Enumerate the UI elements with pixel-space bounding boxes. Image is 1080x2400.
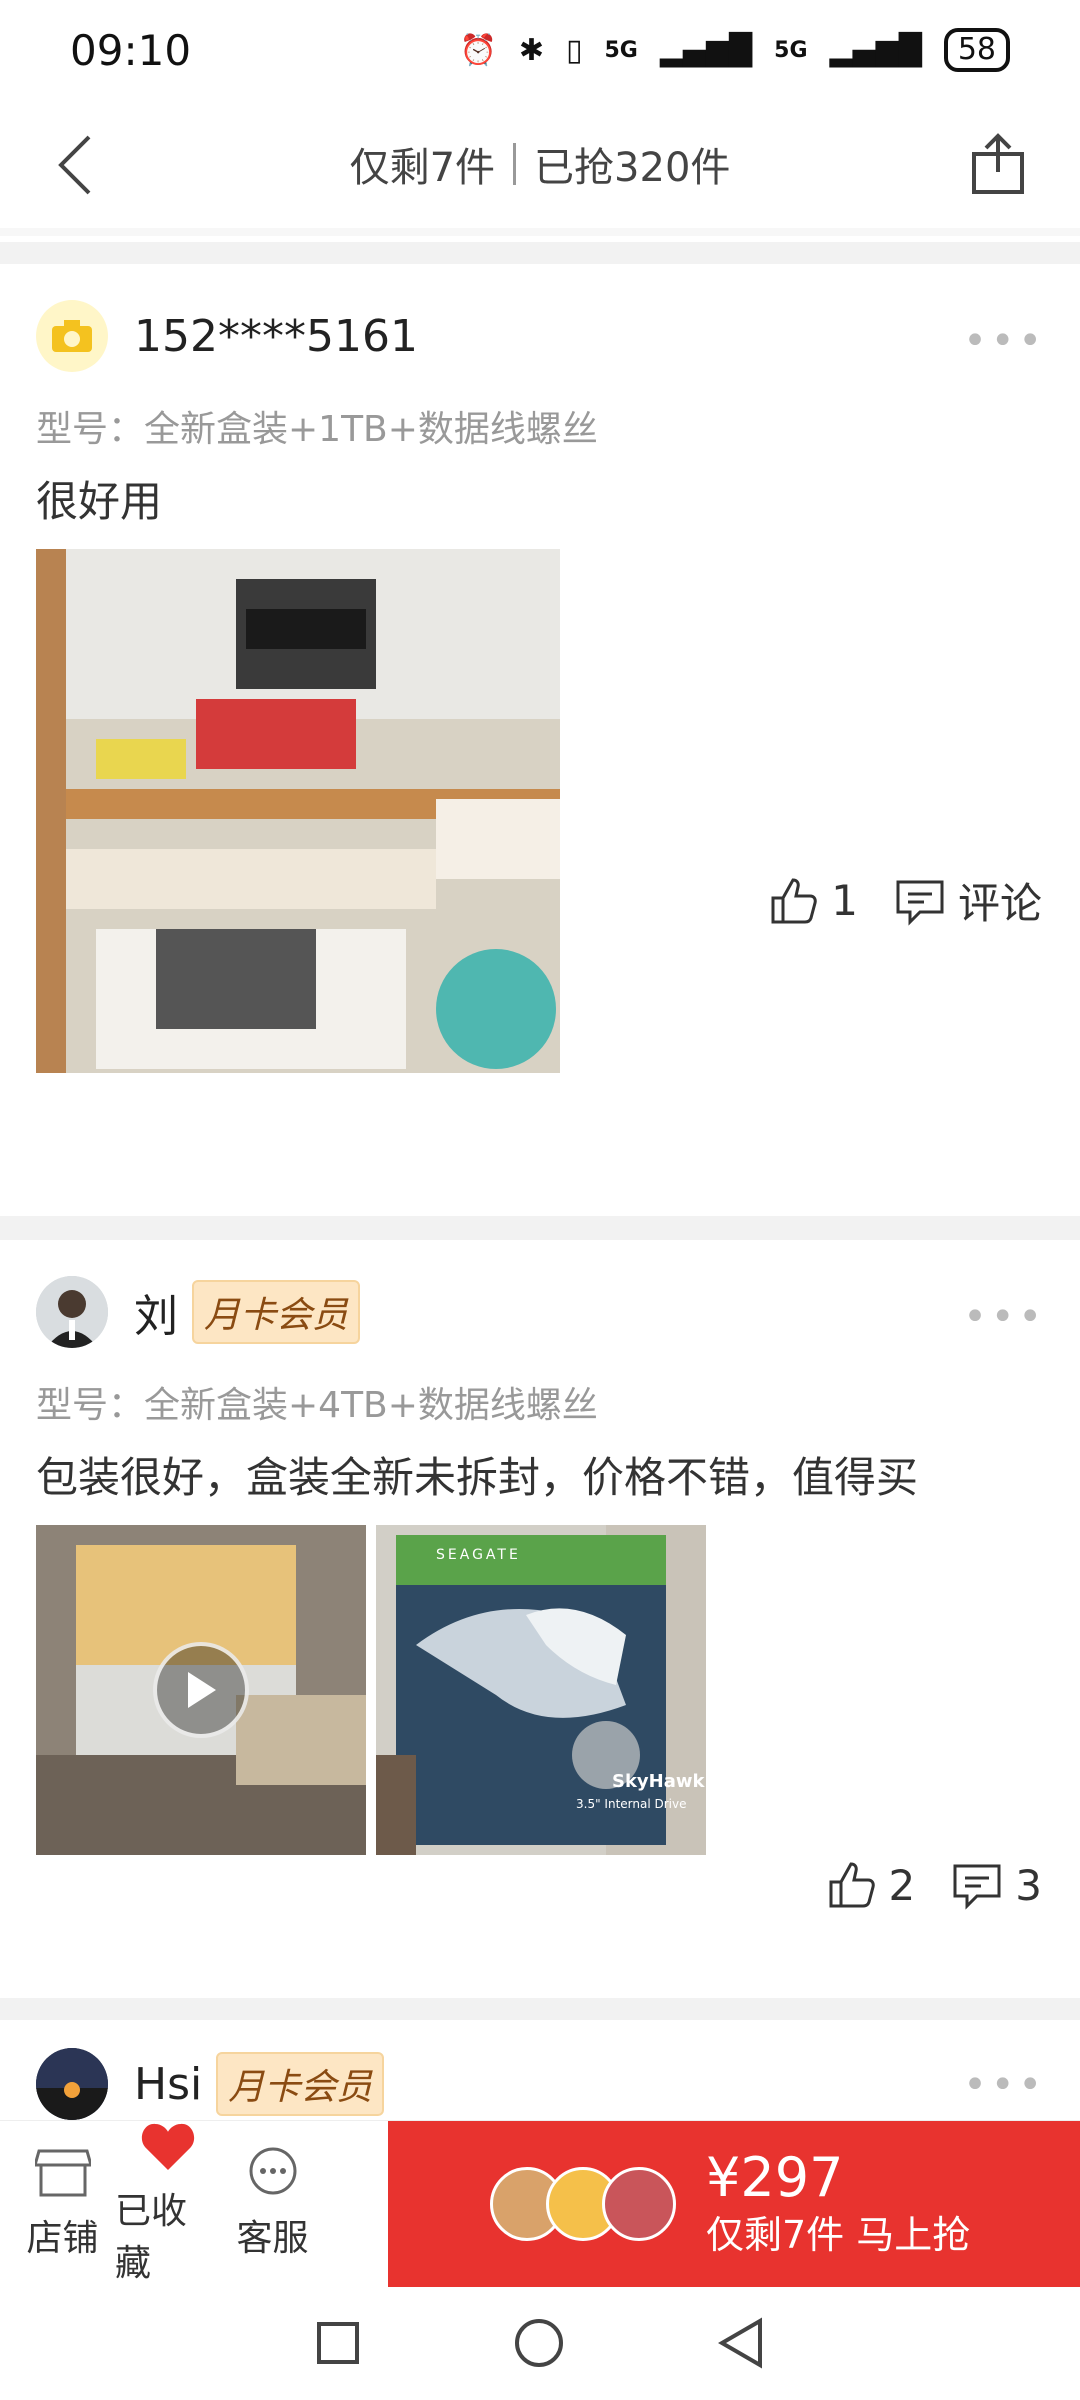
avatar[interactable] bbox=[36, 2048, 108, 2120]
thumbs-up-icon bbox=[771, 877, 817, 923]
review-photo[interactable] bbox=[36, 549, 560, 1073]
section-divider bbox=[0, 228, 1080, 236]
comment-icon bbox=[896, 880, 944, 926]
system-nav-bar bbox=[0, 2286, 1080, 2400]
like-button[interactable]: 1 bbox=[769, 876, 858, 926]
buy-now-button[interactable]: ¥297 仅剩7件 马上抢 bbox=[388, 2121, 1080, 2287]
review-item: Hsi 月卡会员 ••• bbox=[0, 2044, 1080, 2124]
comment-label: 评论 bbox=[957, 879, 1042, 928]
chat-bubble-icon bbox=[249, 2147, 296, 2194]
back-button[interactable] bbox=[40, 130, 110, 200]
member-badge: 月卡会员 bbox=[216, 2052, 385, 2116]
review-media: SEAGATE SkyHawk 3.5" Internal Drive bbox=[36, 1525, 1080, 1855]
comment-button[interactable]: 评论 bbox=[894, 870, 1042, 931]
status-icons: ⏰ ✱ ▯ 5G ▂▄▆█ 5G ▂▄▆█ 58 bbox=[459, 28, 1010, 72]
heart-icon bbox=[141, 2123, 194, 2171]
review-model: 型号：全新盒装+1TB+数据线螺丝 bbox=[36, 409, 598, 450]
like-count: 2 bbox=[888, 1860, 916, 1910]
store-label: 店铺 bbox=[26, 2217, 99, 2259]
network-5g-1: 5G bbox=[604, 37, 638, 63]
play-button[interactable] bbox=[153, 1642, 249, 1738]
review-actions: 2 3 bbox=[827, 1860, 1042, 1910]
store-icon bbox=[34, 2149, 91, 2196]
battery-indicator: 58 bbox=[943, 28, 1010, 72]
buy-text: ¥297 仅剩7件 马上抢 bbox=[706, 2147, 970, 2261]
username: 152****5161 bbox=[134, 310, 418, 362]
service-label: 客服 bbox=[236, 2217, 309, 2259]
home-icon[interactable] bbox=[513, 2317, 565, 2369]
member-badge: 月卡会员 bbox=[192, 1280, 361, 1344]
review-content: 包装很好，盒装全新未拆封，价格不错，值得买 bbox=[36, 1453, 919, 1502]
review-item: 152****5161 ••• 型号：全新盒装+1TB+数据线螺丝 很好用 1 … bbox=[0, 290, 1080, 1200]
title-divider bbox=[513, 143, 517, 185]
buyer-avatar bbox=[602, 2167, 676, 2241]
avatar[interactable] bbox=[36, 300, 108, 372]
customer-service-button[interactable]: 客服 bbox=[220, 2121, 325, 2286]
more-options-button[interactable]: ••• bbox=[963, 2062, 1046, 2108]
thumbs-up-icon bbox=[829, 1862, 875, 1908]
more-options-button[interactable]: ••• bbox=[963, 1294, 1046, 1340]
review-item: 刘 月卡会员 ••• 型号：全新盒装+4TB+数据线螺丝 包装很好，盒装全新未拆… bbox=[0, 1266, 1080, 1986]
section-divider bbox=[0, 242, 1080, 264]
page-title: 仅剩7件 已抢320件 bbox=[349, 135, 731, 193]
more-options-button[interactable]: ••• bbox=[963, 318, 1046, 364]
review-actions: 1 评论 bbox=[769, 870, 1042, 931]
sold-count: 已抢320件 bbox=[534, 145, 731, 191]
bottom-action-bar: 店铺 已收藏 客服 ¥297 仅剩7件 马上抢 bbox=[0, 2120, 1080, 2287]
box-product-text: SkyHawk bbox=[612, 1771, 705, 1792]
section-divider bbox=[0, 1216, 1080, 1240]
username: Hsi bbox=[134, 2058, 203, 2110]
comment-count: 3 bbox=[1015, 1860, 1042, 1910]
back-nav-icon[interactable] bbox=[717, 2317, 764, 2369]
network-5g-2: 5G bbox=[774, 37, 808, 63]
share-button[interactable] bbox=[962, 128, 1034, 200]
desk-photo-image bbox=[36, 549, 560, 1073]
box-brand-text: SEAGATE bbox=[436, 1547, 521, 1563]
comment-button[interactable]: 3 bbox=[951, 1860, 1042, 1910]
review-user-row[interactable]: Hsi 月卡会员 bbox=[0, 2044, 1080, 2124]
review-media bbox=[36, 549, 1080, 1073]
review-model: 型号：全新盒装+4TB+数据线螺丝 bbox=[36, 1385, 598, 1426]
status-bar: 09:10 ⏰ ✱ ▯ 5G ▂▄▆█ 5G ▂▄▆█ 58 bbox=[0, 0, 1080, 100]
favorite-button[interactable]: 已收藏 bbox=[115, 2121, 220, 2286]
review-photo[interactable]: SEAGATE SkyHawk 3.5" Internal Drive bbox=[376, 1525, 706, 1855]
signal-icon: ▂▄▆█ bbox=[659, 32, 753, 68]
alarm-icon: ⏰ bbox=[459, 32, 497, 68]
price: ¥297 bbox=[706, 2146, 844, 2209]
user-photo-icon bbox=[36, 1276, 108, 1348]
camera-icon bbox=[52, 320, 92, 352]
like-count: 1 bbox=[831, 876, 858, 925]
review-video[interactable] bbox=[36, 1525, 366, 1855]
buyer-avatars bbox=[490, 2167, 676, 2241]
review-content: 很好用 bbox=[36, 477, 163, 526]
comment-icon bbox=[953, 1864, 1001, 1910]
section-divider bbox=[0, 1998, 1080, 2020]
avatar[interactable] bbox=[36, 1276, 108, 1348]
sunset-photo-icon bbox=[36, 2048, 108, 2120]
signal-icon-2: ▂▄▆█ bbox=[829, 32, 922, 68]
chevron-left-icon bbox=[58, 135, 91, 195]
review-user-row[interactable]: 152****5161 bbox=[0, 290, 1080, 382]
like-button[interactable]: 2 bbox=[827, 1860, 916, 1910]
store-button[interactable]: 店铺 bbox=[10, 2121, 115, 2286]
share-icon bbox=[972, 133, 1024, 194]
header: 仅剩7件 已抢320件 bbox=[0, 100, 1080, 228]
vibrate-icon: ▯ bbox=[565, 32, 583, 68]
bluetooth-icon: ✱ bbox=[518, 32, 544, 68]
review-user-row[interactable]: 刘 月卡会员 bbox=[0, 1266, 1080, 1358]
status-time: 09:10 bbox=[70, 25, 192, 75]
buy-cta: 仅剩7件 马上抢 bbox=[706, 2213, 971, 2257]
play-icon bbox=[188, 1672, 216, 1708]
favorite-label: 已收藏 bbox=[115, 2191, 188, 2284]
remaining-count: 仅剩7件 bbox=[349, 145, 496, 191]
recent-apps-icon[interactable] bbox=[316, 2321, 360, 2365]
username: 刘 bbox=[134, 1291, 178, 1342]
box-spec-text: 3.5" Internal Drive bbox=[576, 1797, 687, 1811]
